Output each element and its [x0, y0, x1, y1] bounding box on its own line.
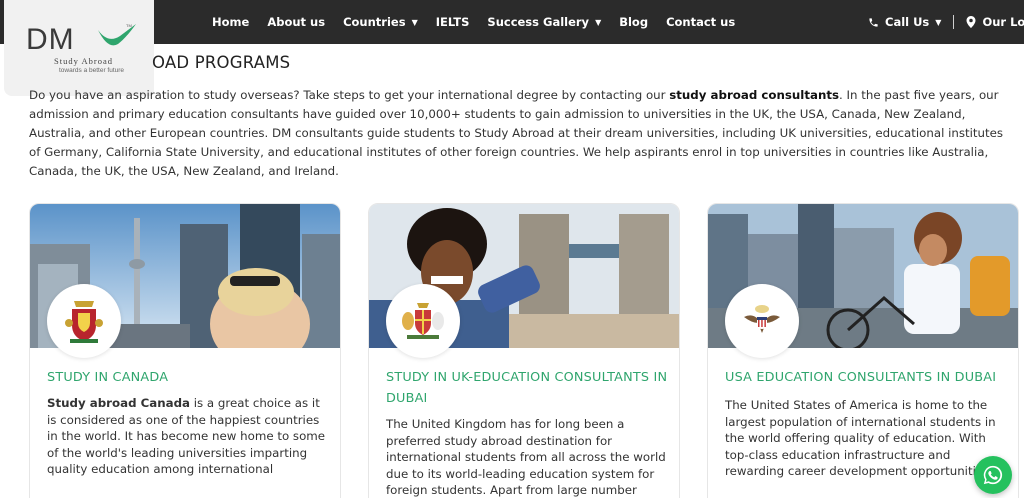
nav-ielts-label: IELTS [435, 15, 470, 29]
chevron-down-icon: ▼ [411, 17, 418, 27]
canada-coat-of-arms [47, 284, 121, 358]
card-study-canada[interactable]: STUDY IN CANADA Study abroad Canada is a… [29, 203, 341, 498]
site-logo[interactable]: DM TM Study Abroad towards a better futu… [4, 0, 154, 96]
intro-paragraph: Do you have an aspiration to study overs… [29, 86, 1009, 181]
card-study-usa[interactable]: USA EDUCATION CONSULTANTS IN DUBAI The U… [707, 203, 1019, 498]
usa-emblem-icon [744, 305, 780, 333]
logo-tagline-2: towards a better future [59, 67, 125, 74]
dm-logo-mark: DM TM [26, 23, 136, 56]
call-us-dropdown[interactable]: Call Us ▼ [868, 15, 941, 29]
uk-emblem-icon [402, 303, 444, 339]
call-us-label: Call Us [885, 15, 930, 29]
intro-text-start: Do you have an aspiration to study overs… [29, 88, 670, 102]
our-locations-link[interactable]: Our Locati [966, 15, 1024, 29]
uk-coat-of-arms [386, 284, 460, 358]
nav-contact-us[interactable]: Contact us [666, 15, 735, 29]
nav-blog-label: Blog [619, 15, 649, 29]
nav-right-group: Call Us ▼ Our Locati [868, 0, 1024, 44]
chevron-down-icon: ▼ [935, 17, 942, 27]
main-nav: Home About us Countries ▼ IELTS Success G… [212, 0, 735, 44]
our-locations-label: Our Locati [982, 15, 1024, 29]
nav-about-label: About us [267, 15, 326, 29]
card-text-uk: The United Kingdom has for long been a p… [386, 417, 666, 497]
card-text-canada: Study abroad Canada is a great choice as… [47, 395, 332, 478]
nav-countries[interactable]: Countries ▼ [343, 15, 418, 29]
study-abroad-consultants-link[interactable]: study abroad consultants [669, 88, 839, 102]
nav-ielts[interactable]: IELTS [436, 15, 470, 29]
card-title-uk[interactable]: STUDY IN UK-EDUCATION CONSULTANTS IN DUB… [386, 367, 671, 409]
card-title-usa[interactable]: USA EDUCATION CONSULTANTS IN DUBAI [725, 367, 1010, 388]
card-text-canada-bold: Study abroad Canada [47, 396, 190, 410]
nav-blog[interactable]: Blog [619, 15, 648, 29]
whatsapp-chat-button[interactable] [974, 456, 1012, 494]
nav-about-us[interactable]: About us [267, 15, 325, 29]
nav-countries-label: Countries [343, 15, 406, 29]
card-text-usa: The United States of America is home to … [725, 398, 996, 478]
nav-success-gallery-label: Success Gallery [487, 15, 590, 29]
chevron-down-icon: ▼ [595, 17, 602, 27]
card-study-uk[interactable]: STUDY IN UK-EDUCATION CONSULTANTS IN DUB… [368, 203, 680, 498]
nav-success-gallery[interactable]: Success Gallery ▼ [487, 15, 601, 29]
nav-divider [953, 15, 955, 29]
nav-contact-label: Contact us [666, 15, 736, 29]
canada-emblem-icon [65, 301, 103, 343]
logo-tagline-1: Study Abroad [54, 56, 113, 66]
logo-mark-text: DM [26, 23, 75, 56]
section-title: OAD PROGRAMS [152, 53, 291, 72]
nav-home-label: Home [212, 15, 250, 29]
card-title-canada[interactable]: STUDY IN CANADA [47, 367, 332, 388]
trademark-text: TM [126, 23, 132, 28]
usa-great-seal [725, 284, 799, 358]
phone-icon [869, 17, 878, 27]
nav-home[interactable]: Home [212, 15, 249, 29]
whatsapp-icon [983, 465, 1003, 485]
map-pin-icon [966, 16, 976, 28]
